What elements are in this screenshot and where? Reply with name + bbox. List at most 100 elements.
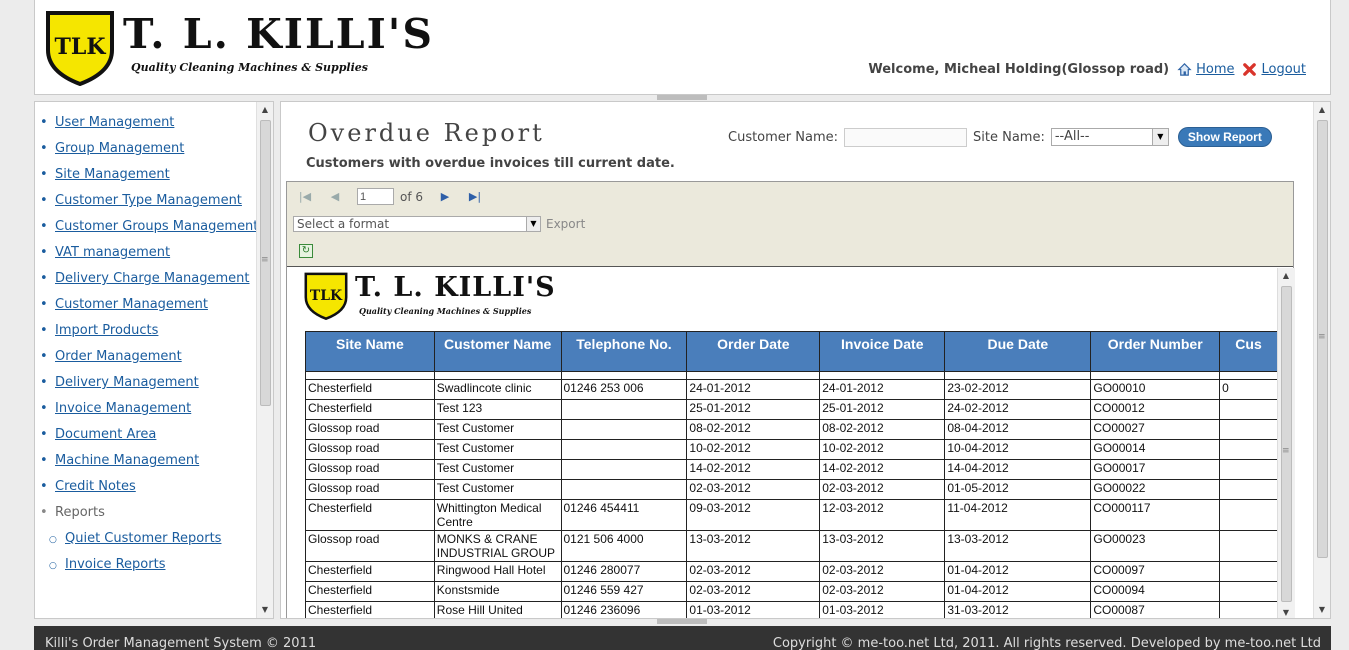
sidebar-item-link[interactable]: Customer Management	[55, 297, 208, 312]
table-cell: 02-03-2012	[686, 581, 821, 602]
chevron-down-icon[interactable]: ▼	[526, 217, 540, 231]
scroll-thumb[interactable]	[1281, 286, 1292, 602]
report-scrollbar[interactable]: ▲ ≡ ▼	[1277, 268, 1295, 618]
scroll-down-arrow[interactable]: ▼	[1314, 602, 1330, 618]
bottom-splitter-handle[interactable]	[657, 619, 707, 624]
welcome-text: Welcome, Micheal Holding(Glossop road)	[868, 62, 1170, 77]
table-cell: 24-01-2012	[686, 379, 821, 400]
sidebar-item[interactable]: Machine Management	[35, 453, 273, 469]
table-cell: 11-04-2012	[944, 499, 1092, 531]
logout-icon[interactable]	[1242, 62, 1257, 77]
sidebar-item-link[interactable]: Delivery Charge Management	[55, 271, 250, 286]
table-row: Chesterfield Swadlincote clinic 01246 253 …	[305, 379, 1278, 400]
table-cell: 31-03-2012	[944, 601, 1092, 618]
sidebar-item[interactable]: Customer Type Management	[35, 193, 273, 209]
sidebar-item[interactable]: Customer Management	[35, 297, 273, 313]
sidebar-subitem-link[interactable]: Quiet Customer Reports	[65, 531, 221, 546]
prev-page-icon[interactable]: ◀	[327, 189, 343, 205]
logo-monogram: TLK	[55, 34, 107, 60]
sidebar-item-link[interactable]: Order Management	[55, 349, 182, 364]
sidebar-subitem[interactable]: Quiet Customer Reports	[35, 531, 273, 548]
table-cell: Chesterfield	[305, 499, 435, 531]
sidebar-item[interactable]: Delivery Management	[35, 375, 273, 391]
show-report-button[interactable]: Show Report	[1177, 127, 1272, 147]
sidebar-item[interactable]: VAT management	[35, 245, 273, 261]
table-cell: CO000117	[1090, 499, 1221, 531]
report-logo: TLK T. L. KILLI'S Quality Cleaning Machi…	[303, 272, 555, 320]
report-brand-tagline: Quality Cleaning Machines & Supplies	[359, 306, 532, 316]
sidebar-item-link[interactable]: Site Management	[55, 167, 170, 182]
sidebar-item-link[interactable]: VAT management	[55, 245, 170, 260]
first-page-icon[interactable]: |◀	[297, 189, 313, 205]
table-row: Glossop road Test Customer 08-02-2012 08-02…	[305, 419, 1278, 440]
page-number-input[interactable]	[357, 188, 394, 205]
next-page-icon[interactable]: ▶	[437, 189, 453, 205]
sidebar-subitem-link[interactable]: Invoice Reports	[65, 557, 165, 572]
column-header: Cus	[1219, 331, 1278, 372]
sidebar-item-link[interactable]: Document Area	[55, 427, 156, 442]
sidebar-item[interactable]: Customer Groups Management	[35, 219, 273, 235]
sidebar-item[interactable]: Document Area	[35, 427, 273, 443]
table-cell: 10-04-2012	[944, 439, 1092, 460]
table-cell: Ringwood Hall Hotel	[433, 561, 562, 582]
home-icon[interactable]	[1177, 62, 1192, 77]
sidebar-item[interactable]: Credit Notes	[35, 479, 273, 495]
table-row: Glossop road MONKS & CRANE INDUSTRIAL GRO…	[305, 530, 1278, 562]
scroll-down-arrow[interactable]: ▼	[257, 602, 273, 618]
sidebar-item-link[interactable]: Invoice Management	[55, 401, 191, 416]
home-link[interactable]: Home	[1196, 62, 1234, 77]
sidebar-item[interactable]: Site Management	[35, 167, 273, 183]
sidebar-item-link[interactable]: Group Management	[55, 141, 184, 156]
sidebar-item-link[interactable]: Credit Notes	[55, 479, 136, 494]
site-name-select[interactable]: --All-- ▼	[1050, 128, 1169, 146]
export-link[interactable]: Export	[546, 217, 585, 231]
sidebar-item-reports: Reports Quiet Customer Reports Invoice Rep…	[35, 505, 273, 574]
customer-name-input[interactable]	[844, 127, 968, 147]
sidebar-item-link[interactable]: Customer Groups Management	[55, 219, 258, 234]
sidebar-item[interactable]: User Management	[35, 115, 273, 131]
table-header-row: Site Name Customer Name Telephone No. Order…	[305, 331, 1278, 372]
sidebar-item[interactable]: Group Management	[35, 141, 273, 157]
sidebar-item-link[interactable]: User Management	[55, 115, 174, 130]
table-cell	[1219, 601, 1278, 618]
table-cell: 24-01-2012	[819, 379, 946, 400]
sidebar-item-link[interactable]: Import Products	[55, 323, 158, 338]
brand-name: T. L. KILLI'S	[123, 10, 434, 58]
table-cell: Glossop road	[305, 530, 435, 562]
spacer-cell	[944, 371, 1092, 380]
sidebar-item-link[interactable]: Machine Management	[55, 453, 199, 468]
sidebar-item[interactable]: Import Products	[35, 323, 273, 339]
main-scrollbar-track[interactable]: ▲ ≡ ▼	[1314, 102, 1330, 618]
sidebar-item-link[interactable]: Delivery Management	[55, 375, 199, 390]
spacer-cell	[1090, 371, 1221, 380]
last-page-icon[interactable]: ▶|	[467, 189, 483, 205]
table-cell: 25-01-2012	[819, 399, 946, 420]
top-splitter-handle[interactable]	[657, 95, 707, 100]
main-scrollbar[interactable]: ▲ ≡ ▼	[1313, 102, 1330, 618]
table-cell	[1219, 581, 1278, 602]
table-row: Glossop road Test Customer 10-02-2012 10-02…	[305, 439, 1278, 460]
sidebar-item[interactable]: Order Management	[35, 349, 273, 365]
sidebar-item[interactable]: Delivery Charge Management	[35, 271, 273, 287]
sidebar-scrollbar[interactable]: ▲ ≡ ▼	[256, 102, 273, 618]
chevron-down-icon[interactable]: ▼	[1151, 129, 1168, 145]
table-cell: 02-03-2012	[686, 561, 821, 582]
sidebar-item-link[interactable]: Customer Type Management	[55, 193, 242, 208]
table-cell: 13-03-2012	[819, 530, 946, 562]
logout-link[interactable]: Logout	[1261, 62, 1306, 77]
scroll-up-arrow[interactable]: ▲	[1314, 102, 1330, 118]
page-title: Overdue Report	[308, 119, 545, 147]
scroll-down-arrow[interactable]: ▼	[1278, 605, 1294, 618]
table-cell: 01246 253 006	[560, 379, 688, 400]
sidebar-item[interactable]: Invoice Management	[35, 401, 273, 417]
table-cell: 14-02-2012	[819, 459, 946, 480]
table-cell: Glossop road	[305, 439, 435, 460]
table-cell: 01-05-2012	[944, 479, 1092, 500]
refresh-icon[interactable]: ↻	[299, 244, 313, 258]
table-cell: 01-04-2012	[944, 581, 1092, 602]
sidebar-subitem[interactable]: Invoice Reports	[35, 557, 273, 574]
report-scrollbar-track[interactable]: ▲ ≡ ▼	[1278, 268, 1295, 618]
scroll-up-arrow[interactable]: ▲	[1278, 268, 1294, 284]
scroll-up-arrow[interactable]: ▲	[257, 102, 273, 118]
format-select[interactable]: Select a format ▼	[293, 216, 541, 232]
